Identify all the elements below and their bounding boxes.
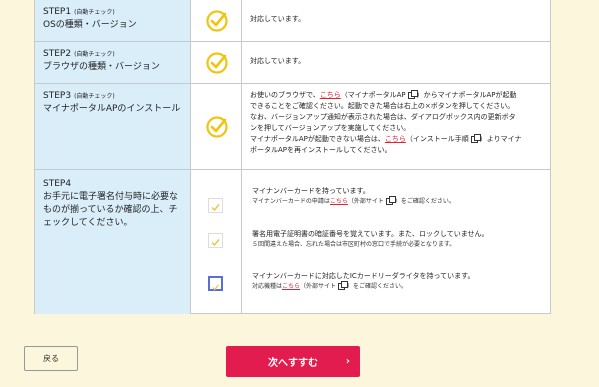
checkbox-cell — [191, 170, 242, 314]
check-circle-icon — [206, 52, 228, 74]
check-icon — [212, 284, 219, 291]
item-note: マイナンバーカードの申請は — [252, 198, 330, 205]
auto-check-label: (自動チェック) — [74, 9, 115, 16]
auto-check-label: (自動チェック) — [74, 51, 115, 58]
card-apply-link[interactable]: こちら — [330, 198, 348, 205]
item-note: ）をご確認ください。 — [347, 283, 408, 290]
table-row: STEP2 (自動チェック) ブラウザの種類・バージョン 対応しています。 — [35, 42, 550, 84]
item-note: （外部サイト — [300, 283, 337, 290]
table-row: STEP4 お手元に電子署名付与時に必要なものが揃っているか確認の上、チェックし… — [35, 170, 550, 314]
table-row: STEP3 (自動チェック) マイナポータルAPのインストール お使いのブラウザで… — [35, 84, 550, 170]
maportal-launch-link[interactable]: こちら — [320, 91, 341, 99]
step-cell: STEP4 お手元に電子署名付与時に必要なものが揃っているか確認の上、チェックし… — [35, 170, 191, 314]
check-circle-icon — [206, 116, 228, 138]
checklist-item: マイナンバーカードに対応したICカードリーダライタを持っています。 対応機種はこ… — [252, 271, 474, 292]
item-text: マイナンバーカードを持っています。 — [252, 187, 370, 195]
result-text: 対応しています。 — [250, 57, 306, 65]
external-link-icon — [385, 196, 396, 205]
result-text: （インストール手順 — [405, 135, 469, 143]
step-label: STEP3 — [43, 91, 72, 101]
status-cell — [191, 84, 242, 169]
result-text: マイナポータルAPが起動できない場合は、 — [250, 135, 385, 143]
step-cell: STEP2 (自動チェック) ブラウザの種類・バージョン — [35, 42, 191, 83]
checklist-item: マイナンバーカードを持っています。 マイナンバーカードの申請はこちら（外部サイト… — [252, 186, 455, 207]
check-icon — [211, 239, 220, 247]
next-button-label: 次へすすむ — [268, 358, 318, 369]
step-label: STEP4 — [43, 179, 72, 189]
result-text: ）からマイナポータルAPが起動 — [416, 91, 517, 99]
result-text: ンを押してバージョンアップを実施してください。 — [250, 124, 411, 132]
result-text: 対応しています。 — [250, 15, 306, 23]
pin-checkbox[interactable] — [208, 233, 223, 248]
external-link-icon — [470, 133, 481, 143]
item-text: 署名用電子証明書の暗証番号を覚えています。また、ロックしていません。 — [252, 230, 489, 238]
back-button-label: 戻る — [43, 354, 59, 363]
step-desc: OSの種類・バージョン — [43, 20, 137, 30]
result-text: ポータルAPを再インストールしてください。 — [250, 146, 392, 154]
card-checkbox[interactable] — [208, 198, 223, 213]
result-text: なお、バージョンアップ通知が表示された場合は、ダイアログボックス内の更新ボタ — [250, 113, 516, 121]
supported-devices-link[interactable]: こちら — [282, 283, 300, 290]
result-cell: 対応しています。 — [242, 42, 550, 83]
step-label: STEP2 — [43, 49, 72, 59]
chevron-right-icon: › — [345, 356, 350, 367]
result-cell: 対応しています。 — [242, 0, 550, 41]
external-link-icon — [338, 281, 349, 290]
item-note: ５回間違えた場合、忘れた場合は市区町村の窓口で手続が必要となります。 — [252, 241, 456, 248]
table-row: STEP1 (自動チェック) OSの種類・バージョン 対応しています。 — [35, 0, 550, 42]
auto-check-label: (自動チェック) — [74, 93, 115, 100]
step-desc: ブラウザの種類・バージョン — [43, 62, 160, 72]
item-note: 対応機種は — [252, 283, 283, 290]
item-text: マイナンバーカードに対応したICカードリーダライタを持っています。 — [252, 272, 475, 280]
reader-checkbox[interactable] — [208, 276, 223, 291]
item-note: （外部サイト — [347, 198, 384, 205]
result-text: （マイナポータルAP — [340, 91, 406, 99]
result-text: お使いのブラウザで、 — [250, 91, 320, 99]
item-note: ）をご確認ください。 — [394, 198, 455, 205]
step-label: STEP1 — [43, 7, 72, 17]
step-cell: STEP1 (自動チェック) OSの種類・バージョン — [35, 0, 191, 41]
check-icon — [211, 204, 220, 212]
step-cell: STEP3 (自動チェック) マイナポータルAPのインストール — [35, 84, 191, 169]
external-link-icon — [407, 89, 418, 99]
result-text: ）よりマイナ — [479, 135, 522, 143]
checklist-cell: マイナンバーカードを持っています。 マイナンバーカードの申請はこちら（外部サイト… — [242, 170, 550, 314]
result-cell: お使いのブラウザで、こちら（マイナポータルAP ）からマイナポータルAPが起動 で… — [242, 84, 550, 169]
status-cell — [191, 0, 242, 41]
install-guide-link[interactable]: こちら — [385, 135, 406, 143]
next-button[interactable]: 次へすすむ › — [226, 346, 360, 377]
checklist-item: 署名用電子証明書の暗証番号を覚えています。また、ロックしていません。 ５回間違え… — [252, 229, 489, 250]
back-button[interactable]: 戻る — [24, 346, 78, 371]
step-desc: マイナポータルAPのインストール — [43, 104, 181, 114]
status-cell — [191, 42, 242, 83]
step-desc: お手元に電子署名付与時に必要なものが揃っているか確認の上、チェックしてください。 — [43, 192, 179, 228]
check-table: STEP1 (自動チェック) OSの種類・バージョン 対応しています。 STEP2… — [34, 0, 551, 314]
check-circle-icon — [206, 10, 228, 32]
result-text: できることをご確認ください。起動できた場合は右上の×ボタンを押してください。 — [250, 102, 515, 110]
